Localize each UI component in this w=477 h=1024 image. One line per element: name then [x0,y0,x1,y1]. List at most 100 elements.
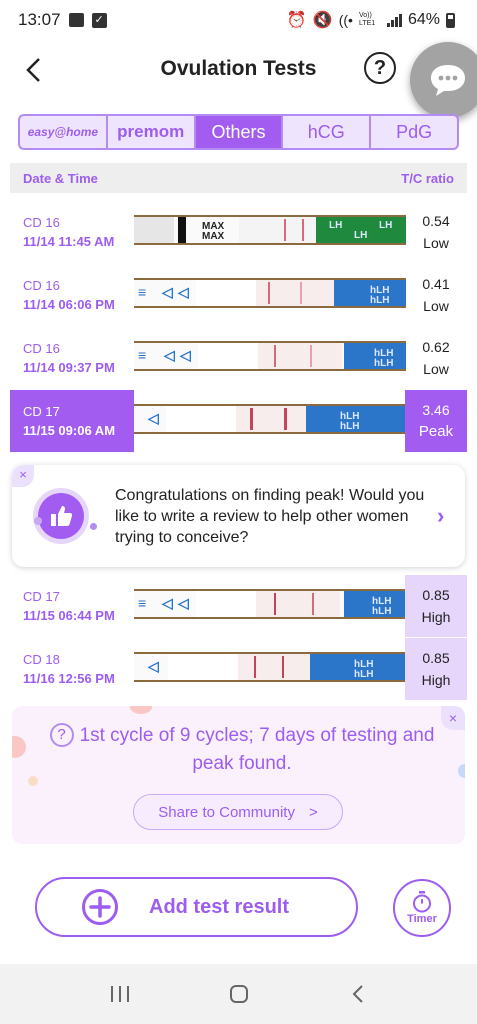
share-to-community-button[interactable]: Share to Community > [133,794,343,830]
tab-others[interactable]: Others [195,116,284,148]
test-row[interactable]: CD 18 11/16 12:56 PM ◁ hLH hLH 0.85 High [10,638,467,700]
chevron-right-icon: > [308,803,318,821]
result-cell: 0.85 High [405,575,467,637]
test-datetime: 11/15 09:06 AM [23,423,116,438]
test-datetime: 11/16 12:56 PM [23,671,115,686]
result-cell: 0.54 Low [405,201,467,263]
recent-apps-button[interactable] [100,974,140,1014]
strip-hlh-label: hLH [374,358,394,369]
test-strip-image: ≡ ◁ ◁ hLH hLH [134,341,406,371]
cycle-day: CD 18 [23,652,60,667]
cycle-day: CD 17 [23,589,60,604]
signal-icon [386,13,402,27]
chat-button[interactable] [410,42,477,118]
test-row[interactable]: CD 16 11/14 06:06 PM ≡ ◁ ◁ hLH hLH 0.41 … [10,264,467,326]
test-strip-image: MAX MAX LH LH LH [134,215,406,245]
cycle-day: CD 16 [23,278,60,293]
brand-tabs: easy@home premom Others hCG PdG [18,114,459,150]
cycle-day: CD 17 [23,404,60,419]
strip-lh-label: LH [379,220,393,231]
thumbs-up-icon [38,493,84,539]
lh-level: High [421,609,451,625]
wifi-icon: ((• [338,12,353,28]
add-test-result-label: Add test result [149,895,290,918]
tc-ratio-value: 0.85 [422,650,450,666]
strip-lh-label: LH [329,220,343,231]
timer-button[interactable]: Timer [393,879,451,937]
column-date-time: Date & Time [23,170,98,186]
tab-pdg[interactable]: PdG [371,116,457,148]
info-icon[interactable]: ? [49,723,74,747]
result-cell: 0.62 Low [405,327,467,389]
lh-level: Peak [418,423,454,440]
share-label: Share to Community [158,803,295,821]
battery-percent: 64% [407,11,440,28]
status-right: ⏰ 🔇 ((• Vo)) LTE1 64% [287,10,455,30]
header: Ovulation Tests ? [0,44,477,96]
chevron-right-icon[interactable]: › [437,503,444,529]
test-datetime: 11/14 11:45 AM [23,234,115,249]
test-strip-image: ◁ hLH hLH [134,404,406,434]
test-row[interactable]: CD 16 11/14 09:37 PM ≡ ◁ ◁ hLH hLH 0.62 … [10,327,467,389]
test-datetime: 11/15 06:44 PM [23,608,115,623]
back-arrow-icon [352,985,363,1003]
cycle-summary-text: ? 1st cycle of 9 cycles; 7 days of testin… [32,722,452,778]
result-cell: 3.46 Peak [405,390,467,452]
test-when: CD 17 11/15 09:06 AM [23,402,115,440]
test-row[interactable]: CD 17 11/15 06:44 PM ≡ ◁ ◁ hLH hLH 0.85 … [10,575,467,637]
test-when: CD 16 11/14 06:06 PM [23,276,115,314]
tab-premom[interactable]: premom [108,116,196,148]
review-prompt-text: Congratulations on finding peak! Would y… [115,487,425,546]
close-icon[interactable]: × [12,465,34,487]
test-when: CD 17 11/15 06:44 PM [23,587,115,625]
tab-hcg[interactable]: hCG [283,116,372,148]
column-tc-ratio: T/C ratio [401,170,454,186]
lh-level: High [421,672,451,688]
timer-label: Timer [407,913,437,925]
test-datetime: 11/14 06:06 PM [23,297,115,312]
battery-icon [446,12,455,28]
lh-level: Low [423,298,449,314]
tc-ratio-value: 0.85 [422,587,450,603]
cycle-summary-label: 1st cycle of 9 cycles; 7 days of testing… [79,725,435,774]
add-test-result-button[interactable]: Add test result [35,877,358,937]
tc-ratio-value: 0.54 [422,213,450,229]
test-when: CD 16 11/14 09:37 PM [23,339,115,377]
mute-icon: 🔇 [312,12,333,29]
home-button[interactable] [219,974,259,1014]
test-row-peak[interactable]: CD 17 11/15 09:06 AM ◁ hLH hLH 3.46 Peak [10,390,467,452]
tc-ratio-value: 3.46 [422,402,450,418]
tab-easy-at-home[interactable]: easy@home [20,116,108,148]
review-prompt-card[interactable]: × Congratulations on finding peak! Would… [12,465,465,567]
cycle-day: CD 16 [23,215,60,230]
test-when: CD 16 11/14 11:45 AM [23,213,114,251]
cycle-summary-card: × ? 1st cycle of 9 cycles; 7 days of test… [12,706,465,844]
result-cell: 0.85 High [405,638,467,700]
lh-level: Low [423,235,449,251]
status-time: 13:07 [18,10,61,29]
plus-circle-icon [82,889,118,925]
system-nav-bar [0,964,477,1024]
table-header: Date & Time T/C ratio [10,163,467,193]
strip-hlh-label: hLH [340,421,360,432]
network-label: Vo)) LTE1 [358,12,376,27]
tc-ratio-value: 0.62 [422,339,450,355]
system-back-button[interactable] [338,974,378,1014]
strip-hlh-label: hLH [370,295,390,306]
cycle-day: CD 16 [23,341,60,356]
test-when: CD 18 11/16 12:56 PM [23,650,115,688]
test-strip-image: ≡ ◁ ◁ hLH hLH [134,278,406,308]
test-datetime: 11/14 09:37 PM [23,360,115,375]
help-button[interactable]: ? [364,52,396,84]
chat-bubble-icon [431,65,465,96]
strip-hlh-label: hLH [372,606,392,617]
test-strip-image: ◁ hLH hLH [134,652,406,682]
status-bar: 13:07 ✓ ⏰ 🔇 ((• Vo)) LTE1 64% [0,0,477,40]
timer-icon [413,891,431,913]
test-row[interactable]: CD 16 11/14 11:45 AM MAX MAX LH LH LH 0.… [10,201,467,263]
recent-apps-icon [110,986,129,1002]
tc-ratio-value: 0.41 [422,276,450,292]
strip-lh-label: LH [354,230,368,241]
home-icon [229,985,248,1003]
briefcase-icon [68,13,84,27]
